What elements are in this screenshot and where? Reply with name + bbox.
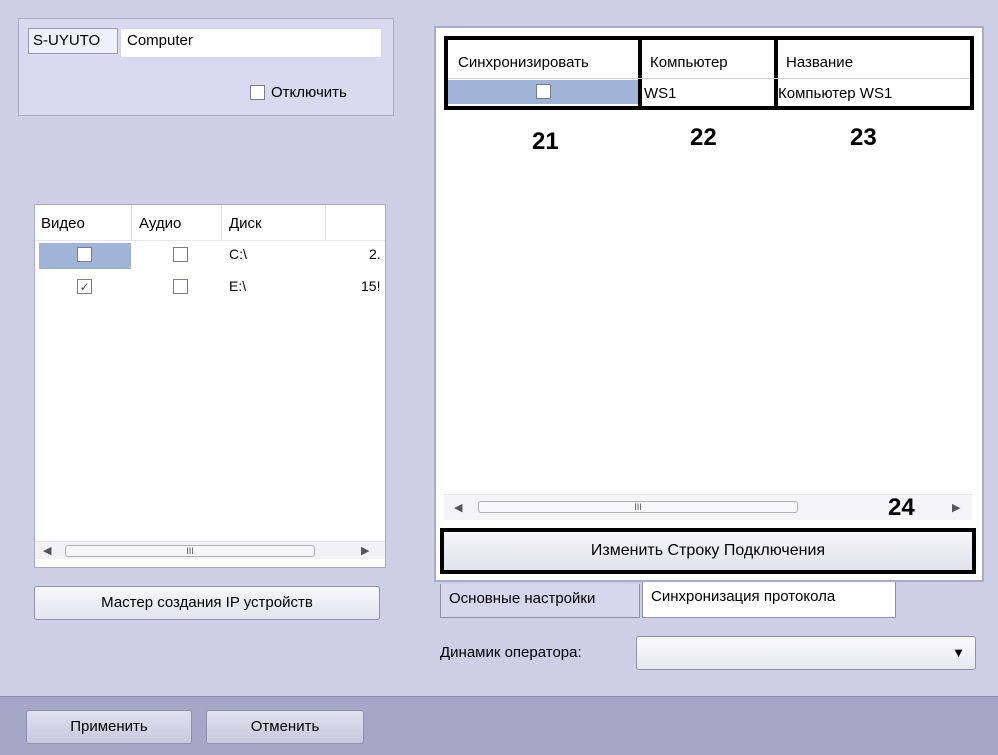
- change-connection-string-button[interactable]: Изменить Строку Подключения: [440, 528, 976, 574]
- column-header-name[interactable]: Название: [786, 54, 853, 71]
- audio-checkbox[interactable]: [173, 247, 188, 262]
- disk-table-scrollbar[interactable]: ◀ III ▶: [35, 541, 385, 559]
- apply-button[interactable]: Применить: [26, 710, 192, 744]
- size-cell: 2.: [369, 246, 381, 262]
- disable-checkbox-group[interactable]: Отключить: [250, 84, 347, 101]
- scrollbar-thumb[interactable]: III: [65, 545, 315, 557]
- table-row[interactable]: ✓ E:\ 15!: [35, 275, 385, 301]
- tab-protocol-sync[interactable]: Синхронизация протокола: [642, 582, 896, 618]
- column-header-video[interactable]: Видео: [41, 215, 85, 232]
- cancel-button[interactable]: Отменить: [206, 710, 364, 744]
- disk-table: Видео Аудио Диск C:\ 2. ✓ E:\ 15! ◀ III …: [34, 204, 386, 568]
- column-header-audio[interactable]: Аудио: [139, 215, 181, 232]
- server-name-input[interactable]: Computer: [120, 28, 382, 58]
- ip-device-wizard-button[interactable]: Мастер создания IP устройств: [34, 586, 380, 620]
- computer-cell: WS1: [644, 85, 677, 102]
- chevron-down-icon[interactable]: ▼: [952, 645, 965, 660]
- scrollbar-thumb[interactable]: III: [478, 501, 798, 513]
- server-id-field: S-UYUTO: [28, 28, 118, 54]
- annotation-24: 24: [888, 494, 915, 521]
- disk-cell: C:\: [229, 246, 247, 262]
- sync-checkbox[interactable]: [536, 84, 551, 99]
- column-header-computer[interactable]: Компьютер: [650, 54, 728, 71]
- scroll-right-icon[interactable]: ▶: [952, 501, 960, 514]
- annotation-21: 21: [532, 128, 559, 155]
- annotation-22: 22: [690, 124, 717, 151]
- column-header-disk[interactable]: Диск: [229, 215, 262, 232]
- speaker-select[interactable]: ▼: [636, 636, 976, 670]
- scroll-left-icon[interactable]: ◀: [454, 501, 462, 514]
- disable-label: Отключить: [271, 84, 347, 101]
- video-checkbox[interactable]: [77, 247, 92, 262]
- scroll-right-icon[interactable]: ▶: [361, 544, 369, 557]
- tab-basic-settings[interactable]: Основные настройки: [440, 584, 640, 618]
- audio-checkbox[interactable]: [173, 279, 188, 294]
- speaker-label: Динамик оператора:: [440, 644, 582, 661]
- table-row[interactable]: C:\ 2.: [35, 243, 385, 269]
- disable-checkbox[interactable]: [250, 85, 265, 100]
- column-header-sync[interactable]: Синхронизировать: [458, 54, 589, 71]
- name-cell: Компьютер WS1: [778, 85, 893, 102]
- annotation-23: 23: [850, 124, 877, 151]
- scroll-left-icon[interactable]: ◀: [43, 544, 51, 557]
- size-cell: 15!: [361, 278, 381, 294]
- sync-grid: Синхронизировать Компьютер Название WS1 …: [444, 36, 974, 110]
- disk-table-header: Видео Аудио Диск: [35, 205, 385, 241]
- disk-cell: E:\: [229, 278, 247, 294]
- video-checkbox[interactable]: ✓: [77, 279, 92, 294]
